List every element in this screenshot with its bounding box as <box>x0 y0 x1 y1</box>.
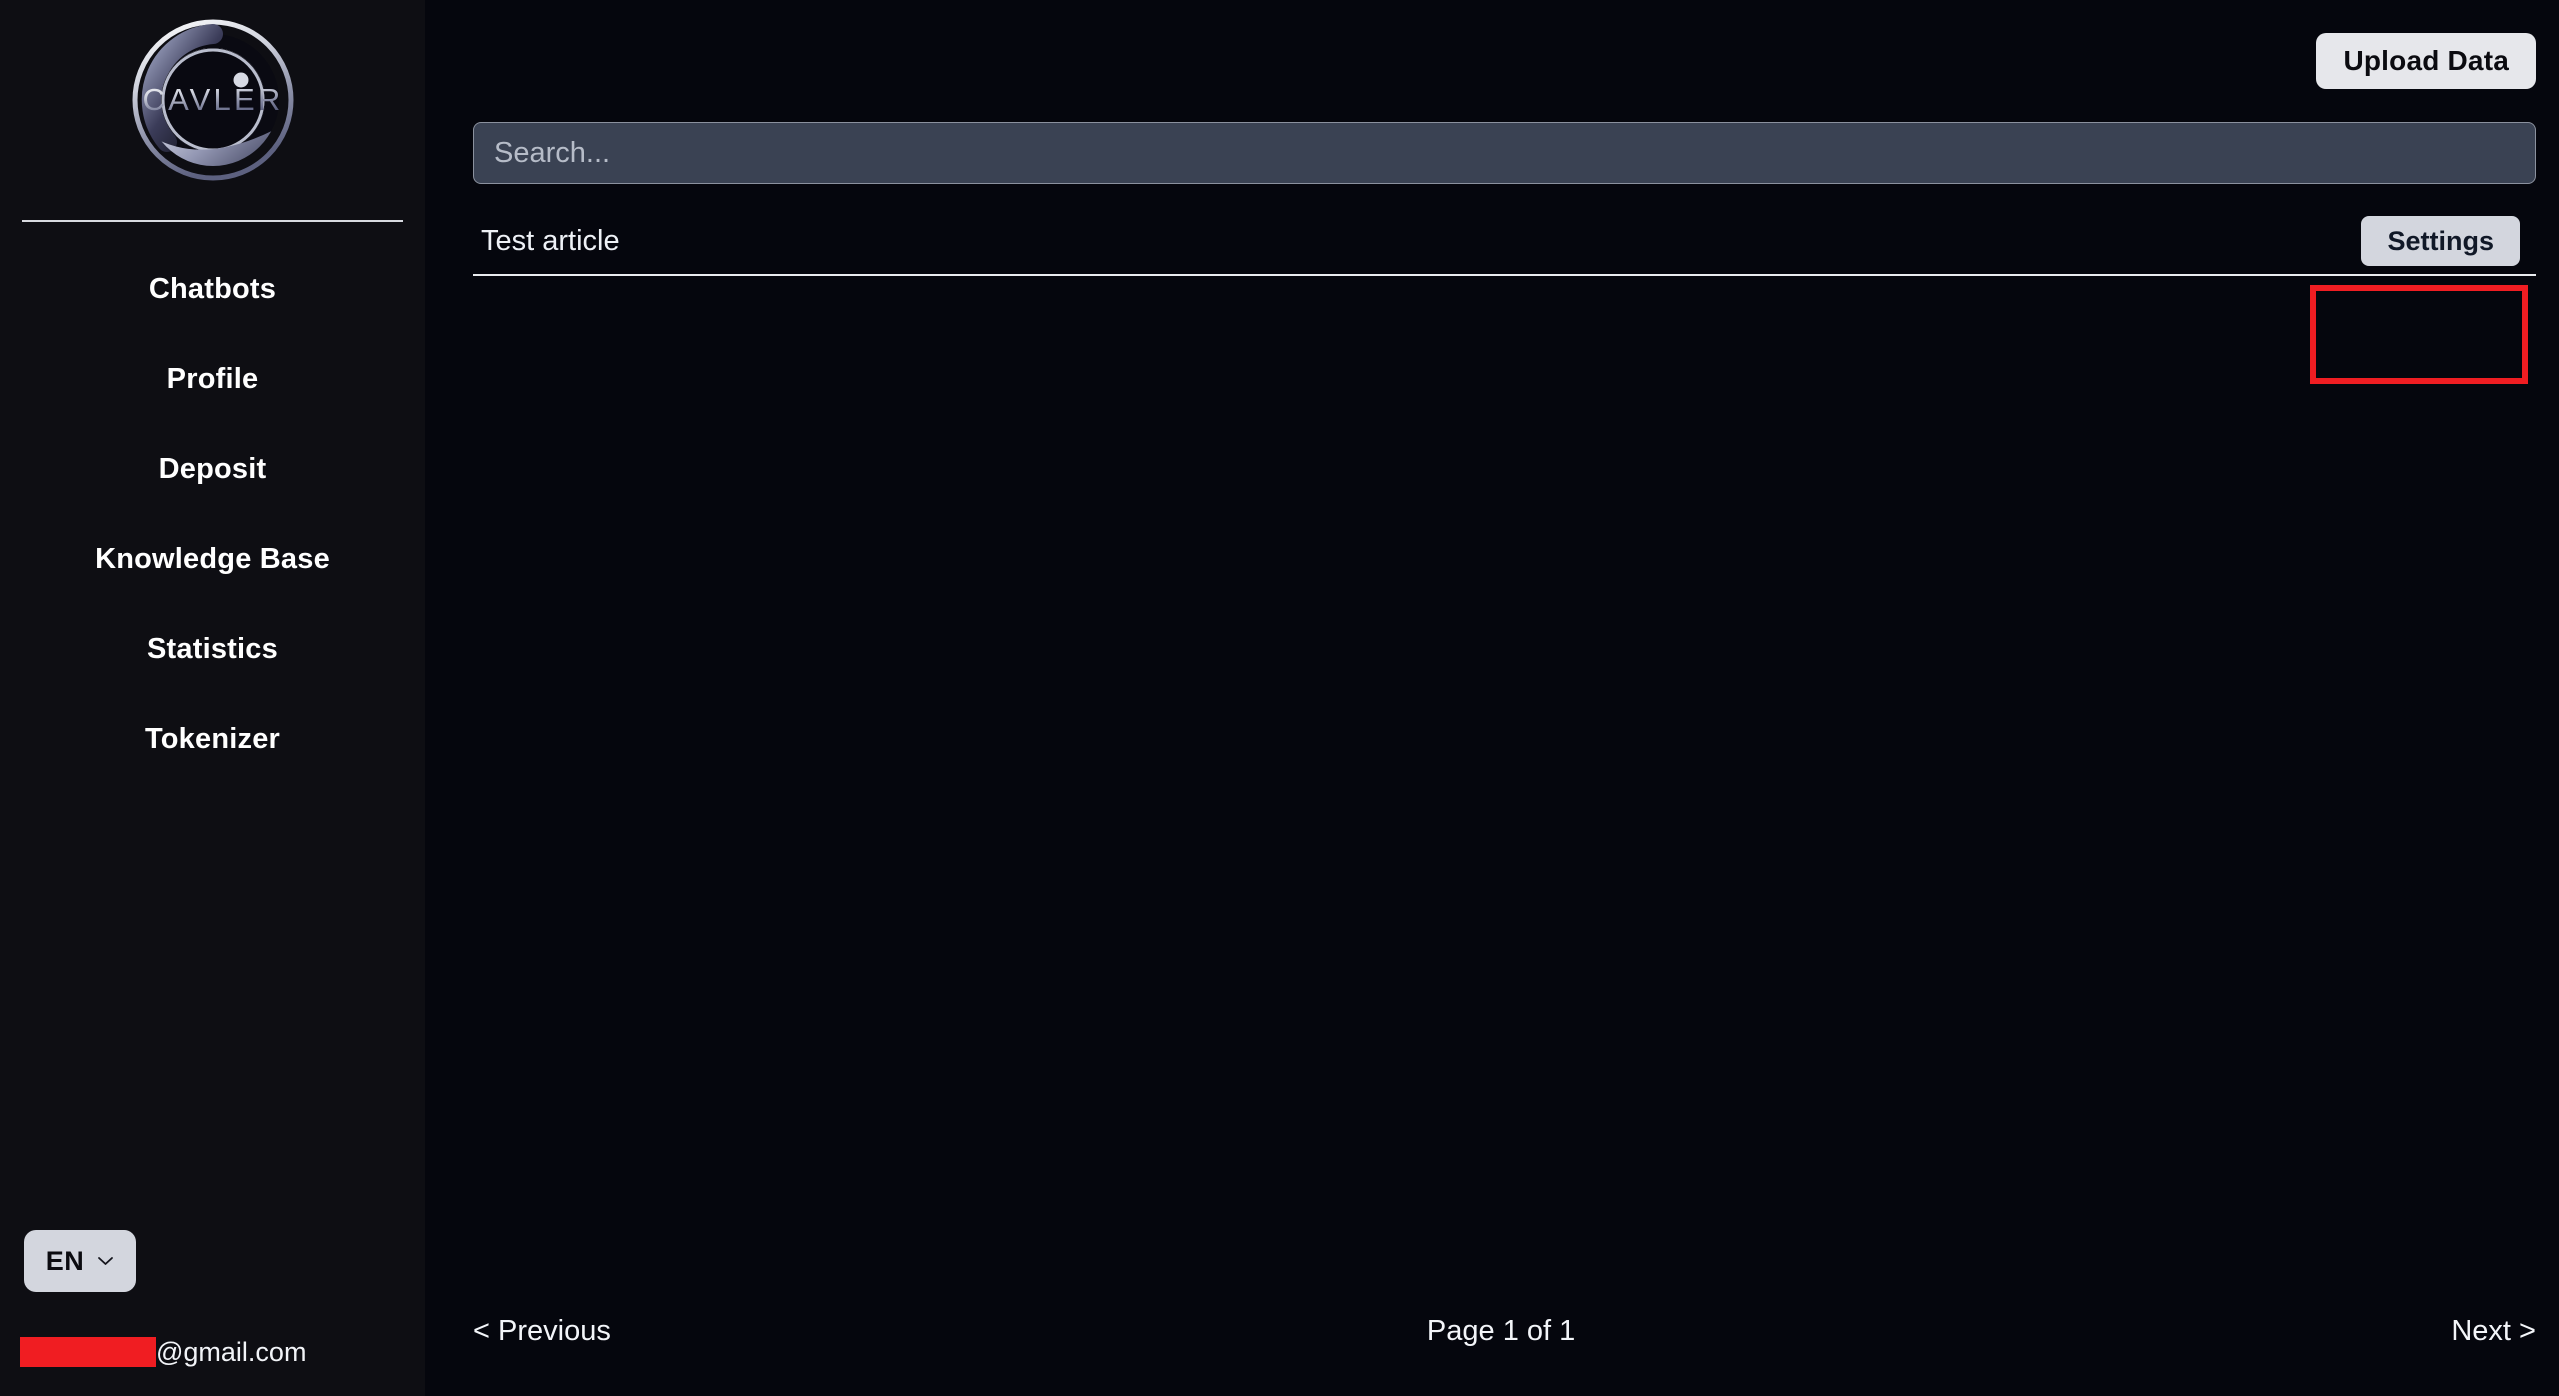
sidebar-item-label: Tokenizer <box>144 722 281 755</box>
table-row[interactable]: Test article Settings <box>473 208 2536 276</box>
sidebar-item-label: Statistics <box>147 632 278 665</box>
chevron-down-icon <box>98 1257 114 1265</box>
sidebar-item-label: Profile <box>166 362 259 395</box>
sidebar-item-label: Knowledge Base <box>95 542 330 575</box>
sidebar-item-deposit[interactable]: Deposit <box>0 424 425 514</box>
next-page-button[interactable]: Next > <box>2451 1315 2536 1348</box>
sidebar-item-knowledge-base[interactable]: Knowledge Base <box>0 514 425 604</box>
page-indicator: Page 1 of 1 <box>1426 1315 1576 1347</box>
sidebar-item-statistics[interactable]: Statistics <box>0 604 425 694</box>
app-root: CAVLER Chatbots Profile Deposit Knowledg… <box>0 0 2559 1396</box>
language-value: EN <box>45 1245 85 1276</box>
cavler-circular-emblem-logo: CAVLER <box>132 19 293 181</box>
sidebar: CAVLER Chatbots Profile Deposit Knowledg… <box>0 0 425 1396</box>
brand-wordmark: CAVLER <box>142 82 283 117</box>
pagination: < Previous Page 1 of 1 Next > <box>473 1315 2536 1348</box>
sidebar-item-label: Deposit <box>158 452 267 485</box>
account-email: @gmail.com <box>0 1330 425 1374</box>
sidebar-nav: Chatbots Profile Deposit Knowledge Base … <box>0 244 425 784</box>
redaction-bar <box>20 1337 156 1367</box>
sidebar-item-chatbots[interactable]: Chatbots <box>0 244 425 334</box>
sidebar-footer: EN @gmail.com <box>0 1230 425 1396</box>
sidebar-item-tokenizer[interactable]: Tokenizer <box>0 694 425 784</box>
language-selector[interactable]: EN <box>24 1230 136 1292</box>
top-bar: Upload Data <box>473 0 2536 122</box>
article-title: Test article <box>481 224 620 257</box>
sidebar-divider <box>22 220 403 222</box>
upload-data-button[interactable]: Upload Data <box>2316 33 2536 89</box>
settings-button[interactable]: Settings <box>2361 216 2520 266</box>
sidebar-item-label: Chatbots <box>148 272 277 305</box>
sidebar-item-profile[interactable]: Profile <box>0 334 425 424</box>
article-list: Test article Settings <box>473 208 2536 276</box>
account-email-domain: @gmail.com <box>156 1336 307 1367</box>
brand-logo[interactable]: CAVLER <box>0 0 425 196</box>
previous-page-button[interactable]: < Previous <box>473 1315 611 1348</box>
search-input[interactable] <box>473 122 2536 184</box>
main-content: Upload Data Test article Settings < Prev… <box>425 0 2559 1396</box>
